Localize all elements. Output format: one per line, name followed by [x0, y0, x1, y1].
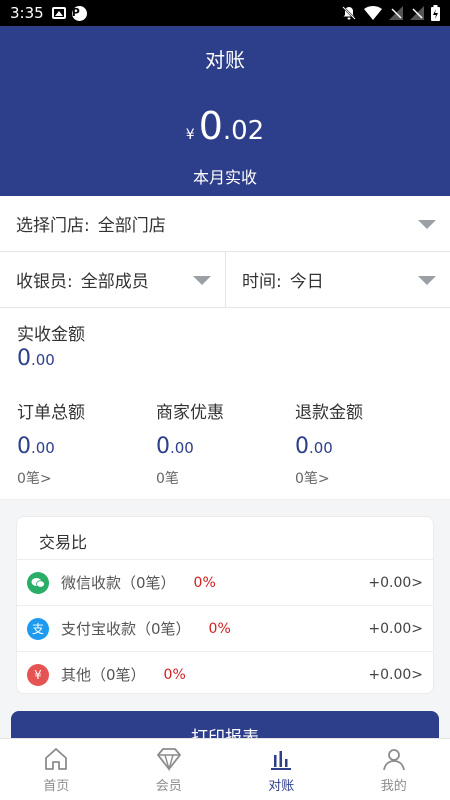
tx-row-alipay[interactable]: 支 支付宝收款（0笔） 0% +0.00>	[17, 606, 433, 651]
order-total-value: 0.00	[17, 434, 55, 459]
chevron-down-icon	[418, 219, 436, 229]
cashier-label: 收银员:	[16, 272, 73, 292]
time-label: 时间:	[242, 272, 282, 292]
image-icon	[51, 7, 66, 19]
nav-label: 对账	[268, 779, 295, 794]
order-count-link[interactable]: 0笔>	[17, 468, 52, 488]
signal-icon-2	[410, 6, 424, 20]
nav-label: 会员	[155, 779, 182, 794]
header: 对账 ¥ 0 .02 本月实收	[0, 26, 450, 196]
status-time: 3:35	[10, 4, 44, 22]
page-title: 对账	[205, 48, 245, 72]
store-label: 选择门店:	[16, 216, 90, 236]
wechat-icon	[27, 571, 49, 594]
cashier-value: 全部成员	[80, 272, 149, 292]
tx-row-other[interactable]: ¥ 其他（0笔） 0% +0.00>	[17, 652, 433, 697]
nav-item-home[interactable]: 首页	[0, 739, 113, 800]
mute-bell-icon	[342, 6, 356, 20]
transaction-ratio-card: 交易比 微信收款（0笔） 0% +0.00> 支 支付宝收款（0笔） 0% +0…	[16, 516, 434, 694]
amount-integer: 0	[198, 104, 223, 148]
bar-chart-icon	[271, 751, 292, 770]
tx-name: 支付宝收款（0笔）	[61, 620, 191, 638]
yen-icon: ¥	[27, 663, 49, 686]
actual-amount-value: 0.00	[17, 346, 55, 371]
p-app-icon: P	[71, 5, 87, 21]
monthly-amount: ¥ 0 .02	[0, 104, 450, 148]
alipay-icon: 支	[27, 617, 49, 640]
nav-label: 首页	[43, 779, 70, 794]
filter-row: 收银员: 全部成员 时间: 今日	[0, 252, 450, 308]
amount-decimal: .02	[222, 116, 265, 146]
refund-label: 退款金额	[295, 403, 363, 423]
nav-item-mine[interactable]: 我的	[338, 739, 450, 800]
card-title: 交易比	[39, 533, 88, 552]
signal-icon	[389, 6, 403, 20]
refund-value: 0.00	[295, 434, 333, 459]
nav-item-member[interactable]: 会员	[113, 739, 226, 800]
time-value: 今日	[289, 272, 324, 292]
user-icon	[382, 749, 405, 771]
chevron-down-icon	[418, 275, 436, 285]
tx-amount: +0.00>	[368, 666, 423, 683]
merchant-discount-value: 0.00	[156, 434, 194, 459]
store-value: 全部门店	[97, 216, 166, 236]
battery-icon	[431, 5, 440, 21]
status-bar: 3:35 P	[0, 0, 450, 26]
merchant-discount-label: 商家优惠	[156, 403, 224, 423]
status-icons	[341, 5, 440, 21]
tx-name: 微信收款（0笔）	[61, 574, 176, 592]
tx-name: 其他（0笔）	[61, 666, 146, 684]
home-icon	[45, 748, 68, 770]
merchant-count: 0笔	[156, 471, 179, 487]
bottom-nav: 首页 会员 对账 我的	[0, 738, 450, 800]
nav-item-reconcile[interactable]: 对账	[225, 739, 338, 800]
diamond-icon	[156, 748, 181, 772]
time-selector[interactable]: 时间: 今日	[226, 252, 450, 307]
actual-amount-label: 实收金额	[17, 325, 85, 345]
chevron-down-icon	[193, 275, 211, 285]
tx-percent: 0%	[208, 620, 231, 637]
app-root: 3:35 P 对账 ¥ 0 .02 本月实收 选择门店: 全部门店 收银员: 全…	[0, 0, 450, 800]
tx-percent: 0%	[193, 574, 216, 591]
tx-amount: +0.00>	[368, 620, 423, 637]
store-selector[interactable]: 选择门店: 全部门店	[0, 196, 450, 252]
order-total-label: 订单总额	[17, 403, 85, 423]
tx-row-wechat[interactable]: 微信收款（0笔） 0% +0.00>	[17, 560, 433, 605]
monthly-subtitle: 本月实收	[192, 168, 257, 187]
refund-count-link[interactable]: 0笔>	[295, 468, 330, 488]
tx-amount: +0.00>	[368, 574, 423, 591]
summary-panel: 实收金额 0.00 订单总额 0.00 0笔> 商家优惠 0.00 0笔 退款金…	[0, 308, 450, 500]
wifi-icon	[364, 6, 382, 20]
tx-percent: 0%	[163, 666, 186, 683]
cashier-selector[interactable]: 收银员: 全部成员	[0, 252, 226, 307]
nav-label: 我的	[380, 779, 407, 794]
currency-symbol: ¥	[185, 127, 195, 143]
